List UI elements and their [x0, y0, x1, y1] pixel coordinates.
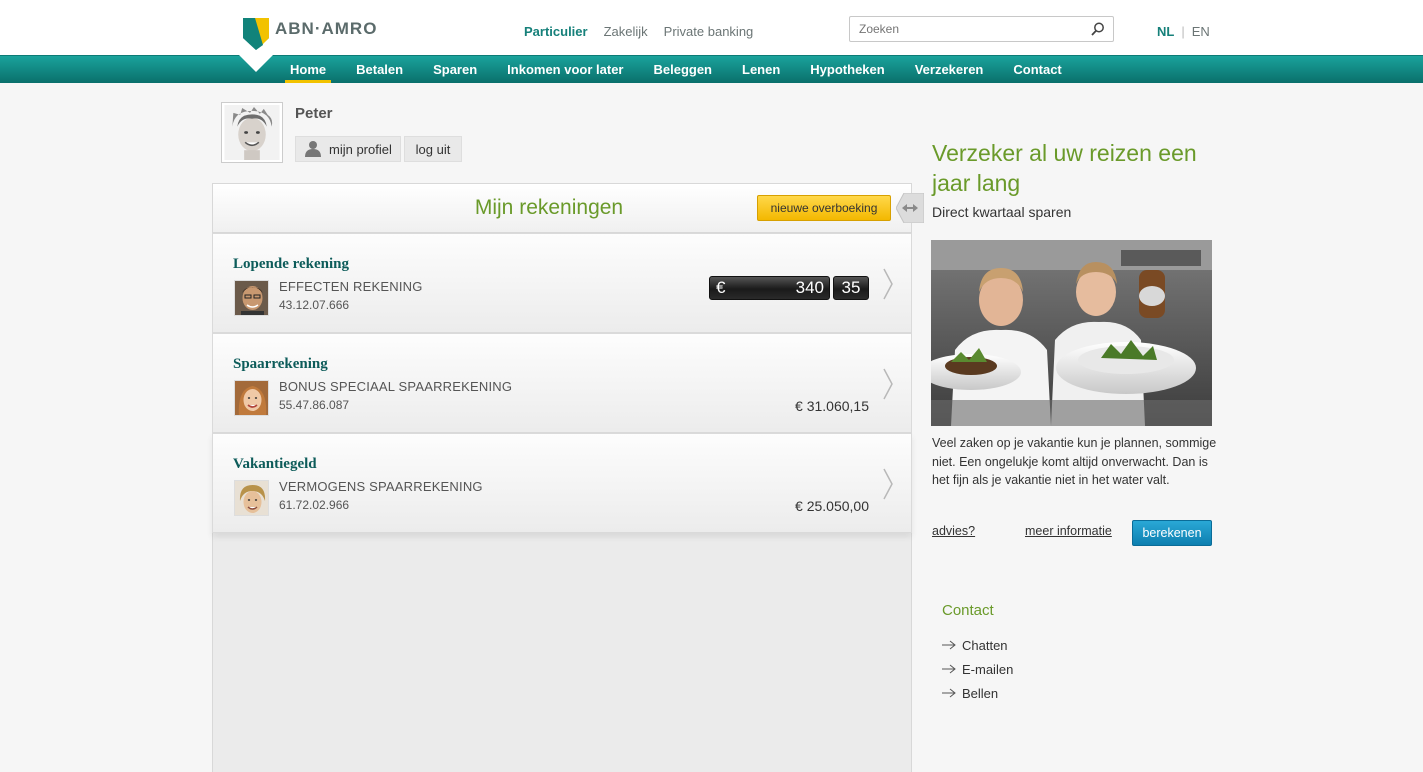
- more-info-link[interactable]: meer informatie: [1025, 524, 1112, 538]
- balance-counter-units-box: € 340: [709, 276, 830, 300]
- new-transfer-button[interactable]: nieuwe overboeking: [757, 195, 891, 221]
- arrow-right-icon: [942, 664, 956, 674]
- chevron-right-icon: [883, 368, 893, 400]
- brand-name: ABN·AMRO: [275, 19, 378, 38]
- contact-title: Contact: [942, 602, 994, 619]
- promo-body: Veel zaken op je vakantie kun je plannen…: [932, 436, 1217, 487]
- swap-arrows-icon[interactable]: [895, 192, 925, 224]
- account-holder-avatar: [234, 380, 269, 416]
- nav-lenen[interactable]: Lenen: [727, 55, 795, 83]
- account-number: 61.72.02.966: [279, 498, 350, 512]
- calculate-button[interactable]: berekenen: [1132, 520, 1212, 546]
- balance-cents: 35: [833, 276, 869, 300]
- segment-private-banking[interactable]: Private banking: [664, 24, 754, 39]
- language-switch: NL | EN: [1157, 24, 1210, 39]
- account-row-vakantiegeld[interactable]: Vakantiegeld VERMOGENS SPAARREKENING 61.…: [212, 433, 912, 533]
- nav-home[interactable]: Home: [275, 55, 341, 83]
- my-profile-button[interactable]: mijn profiel: [295, 136, 401, 162]
- account-type: VERMOGENS SPAARREKENING: [279, 479, 483, 494]
- contact-list: Chatten E-mailen Bellen: [942, 633, 1013, 705]
- chevron-right-icon: [883, 468, 893, 500]
- account-type: BONUS SPECIAAL SPAARREKENING: [279, 379, 513, 394]
- contact-chat-link[interactable]: Chatten: [942, 633, 1013, 657]
- contact-call-link[interactable]: Bellen: [942, 681, 1013, 705]
- account-row-lopende-rekening[interactable]: Lopende rekening EFFECTEN REKENING 43.12…: [212, 233, 912, 333]
- lang-nl[interactable]: NL: [1157, 24, 1174, 39]
- user-icon: [304, 139, 322, 160]
- lang-separator: |: [1181, 24, 1185, 39]
- advies-link[interactable]: advies?: [932, 524, 975, 538]
- currency-symbol: €: [716, 278, 726, 297]
- account-number: 43.12.07.666: [279, 298, 350, 312]
- nav-beleggen[interactable]: Beleggen: [638, 55, 727, 83]
- nav-contact[interactable]: Contact: [998, 55, 1076, 83]
- account-holder-avatar: [234, 480, 269, 516]
- contact-item-label: E-mailen: [962, 661, 1014, 677]
- promo-title: Verzeker al uw reizen een jaar lang: [932, 140, 1197, 196]
- brand-logo[interactable]: ABN·AMRO: [243, 18, 377, 50]
- nav-inkomen-voor-later[interactable]: Inkomen voor later: [492, 55, 638, 83]
- account-name: Vakantiegeld: [233, 456, 317, 472]
- account-name: Spaarrekening: [233, 356, 328, 372]
- user-name: Peter: [295, 105, 333, 122]
- segment-particulier[interactable]: Particulier: [524, 24, 588, 39]
- logout-button[interactable]: log uit: [404, 136, 462, 162]
- account-balance: € 25.050,00: [795, 498, 869, 514]
- nav-notch: [239, 55, 273, 72]
- abn-amro-shield-icon: [243, 18, 269, 50]
- nav-hypotheken[interactable]: Hypotheken: [795, 55, 899, 83]
- contact-item-label: Bellen: [962, 685, 999, 701]
- segment-zakelijk[interactable]: Zakelijk: [604, 24, 648, 39]
- my-profile-label: mijn profiel: [329, 141, 392, 157]
- account-number: 55.47.86.087: [279, 398, 350, 412]
- account-type: EFFECTEN REKENING: [279, 279, 423, 294]
- user-avatar[interactable]: [221, 102, 283, 163]
- arrow-right-icon: [942, 688, 956, 698]
- account-name: Lopende rekening: [233, 256, 349, 272]
- promo-image: [931, 240, 1212, 426]
- search-input[interactable]: [850, 17, 1080, 41]
- arrow-right-icon: [942, 640, 956, 650]
- segment-switch: Particulier Zakelijk Private banking: [524, 24, 753, 39]
- balance-units: 340: [795, 278, 824, 297]
- balance-counter: € 340 35: [709, 276, 869, 300]
- account-row-spaarrekening[interactable]: Spaarrekening BONUS SPECIAAL SPAARREKENI…: [212, 333, 912, 433]
- chevron-right-icon: [883, 268, 893, 300]
- account-holder-avatar: [234, 280, 269, 316]
- contact-item-label: Chatten: [962, 637, 1008, 653]
- lang-en[interactable]: EN: [1192, 24, 1210, 39]
- nav-verzekeren[interactable]: Verzekeren: [900, 55, 999, 83]
- promo-subtitle: Direct kwartaal sparen: [932, 204, 1072, 220]
- account-balance: € 31.060,15: [795, 398, 869, 414]
- nav-sparen[interactable]: Sparen: [418, 55, 492, 83]
- search-box: [849, 16, 1114, 42]
- contact-email-link[interactable]: E-mailen: [942, 657, 1013, 681]
- search-icon[interactable]: [1091, 22, 1105, 36]
- main-nav: Home Betalen Sparen Inkomen voor later B…: [275, 55, 1077, 83]
- nav-betalen[interactable]: Betalen: [341, 55, 418, 83]
